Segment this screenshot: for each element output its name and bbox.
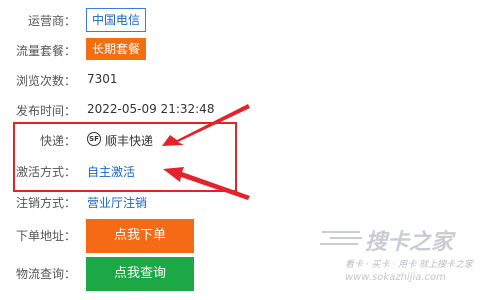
- watermark-speed-lines: [320, 231, 362, 245]
- arrow-to-activation: [163, 167, 250, 200]
- watermark-slogan: 看卡 · 买卡 · 用卡 就上搜卡之家: [345, 260, 474, 270]
- arrow-to-courier: [162, 104, 250, 146]
- watermark-brand: 搜卡之家: [365, 230, 454, 255]
- watermark-url: www.sokazhijia.com: [345, 272, 446, 283]
